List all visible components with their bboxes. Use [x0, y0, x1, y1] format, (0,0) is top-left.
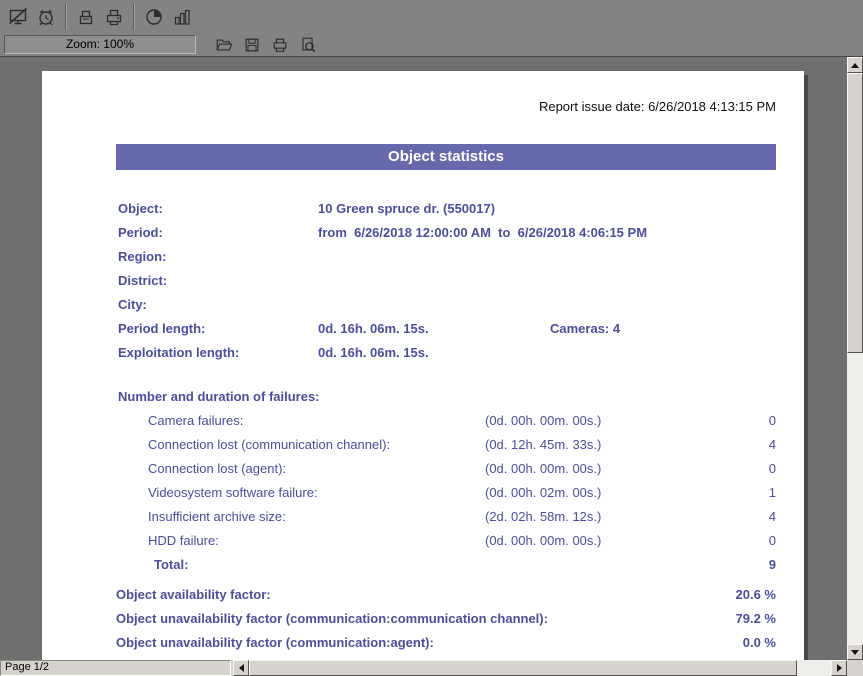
print-icon[interactable] — [266, 32, 294, 58]
factor-row: Object availability factor: 20.6 % — [42, 583, 804, 607]
failure-duration: (2d. 02h. 58m. 12s.) — [485, 505, 601, 529]
left-arrow-icon — [239, 664, 244, 672]
page-indicator: Page 1/2 — [0, 660, 231, 676]
scroll-left-button[interactable] — [233, 660, 249, 676]
open-folder-icon[interactable] — [210, 32, 238, 58]
failure-duration: (0d. 00h. 00m. 00s.) — [485, 529, 601, 553]
failure-row: Insufficient archive size: (2d. 02h. 58m… — [42, 505, 804, 529]
field-value: 0d. 16h. 06m. 15s. — [318, 317, 429, 341]
display-off-icon[interactable] — [4, 4, 32, 30]
factor-label: Object unavailability factor (communicat… — [116, 607, 548, 631]
timer-icon[interactable] — [140, 4, 168, 30]
failure-duration: (0d. 00h. 02m. 00s.) — [485, 481, 601, 505]
field-value: 10 Green spruce dr. (550017) — [318, 197, 495, 221]
field-label: Region: — [118, 245, 166, 269]
failure-row: Videosystem software failure: (0d. 00h. … — [42, 481, 804, 505]
failure-label: Camera failures: — [148, 409, 243, 433]
report-title: Object statistics — [116, 144, 776, 170]
failures-heading: Number and duration of failures: — [42, 385, 804, 409]
preview-area: Report issue date: 6/26/2018 4:13:15 PM … — [0, 56, 847, 660]
field-label: Period: — [118, 221, 163, 245]
scroll-right-button[interactable] — [831, 660, 847, 676]
field-label: District: — [118, 269, 167, 293]
field-label: City: — [118, 293, 147, 317]
factor-label: Object unavailability factor (communicat… — [116, 631, 434, 655]
report-viewer-window: Zoom: 100% Report issue date: 6/26/2018 … — [0, 0, 863, 676]
failure-label: Videosystem software failure: — [148, 481, 318, 505]
factor-value: 79.2 % — [736, 607, 776, 631]
factors-section: Object availability factor: 20.6 % Objec… — [42, 583, 804, 660]
failures-table: Camera failures: (0d. 00h. 00m. 00s.) 0 … — [42, 409, 804, 577]
failure-row: Connection lost (agent): (0d. 00h. 00m. … — [42, 457, 804, 481]
zoom-indicator[interactable]: Zoom: 100% — [4, 35, 196, 54]
factor-row: Object unavailability factor (communicat… — [42, 631, 804, 655]
scroll-down-button[interactable] — [847, 644, 863, 660]
scroll-up-button[interactable] — [847, 57, 863, 73]
failure-count: 1 — [769, 481, 776, 505]
failure-row: Connection lost (communication channel):… — [42, 433, 804, 457]
failure-label: Connection lost (communication channel): — [148, 433, 390, 457]
vertical-scroll-thumb[interactable] — [847, 73, 863, 353]
failure-row: HDD failure: (0d. 00h. 00m. 00s.) 0 — [42, 529, 804, 553]
factor-label: Object availability factor: — [116, 583, 271, 607]
failure-duration: (0d. 00h. 00m. 00s.) — [485, 409, 601, 433]
main-toolbar — [0, 0, 863, 33]
status-bar: Page 1/2 — [0, 660, 863, 676]
print-preview-icon[interactable] — [294, 32, 322, 58]
failures-total-row: Total: 9 — [42, 553, 804, 577]
failure-count: 4 — [769, 433, 776, 457]
factor-row: Object unavailability factor (communicat… — [42, 607, 804, 631]
field-label: Exploitation length: — [118, 341, 239, 365]
bar-chart-icon[interactable] — [168, 4, 196, 30]
failure-count: 0 — [769, 457, 776, 481]
toolbar-separator — [65, 4, 67, 30]
toolbar-area: Zoom: 100% — [0, 0, 863, 56]
failure-row: Camera failures: (0d. 00h. 00m. 00s.) 0 — [42, 409, 804, 433]
field-row-object: Object: 10 Green spruce dr. (550017) — [42, 197, 804, 221]
failure-count: 4 — [769, 505, 776, 529]
failure-duration: (0d. 12h. 45m. 33s.) — [485, 433, 601, 457]
failure-label: HDD failure: — [148, 529, 219, 553]
horizontal-scroll-thumb[interactable] — [249, 660, 797, 676]
total-value: 9 — [769, 553, 776, 577]
preview-toolbar: Zoom: 100% — [0, 33, 863, 56]
pos-terminal-icon[interactable] — [72, 4, 100, 30]
field-row-period-length: Period length: 0d. 16h. 06m. 15s. Camera… — [42, 317, 804, 341]
failure-label: Insufficient archive size: — [148, 505, 286, 529]
up-arrow-icon — [851, 63, 859, 68]
failure-count: 0 — [769, 529, 776, 553]
down-arrow-icon — [851, 650, 859, 655]
field-value: from 6/26/2018 12:00:00 AM to 6/26/2018 … — [318, 221, 647, 245]
field-row-period: Period: from 6/26/2018 12:00:00 AM to 6/… — [42, 221, 804, 245]
field-value: 0d. 16h. 06m. 15s. — [318, 341, 429, 365]
right-arrow-icon — [837, 664, 842, 672]
field-row-exploitation-length: Exploitation length: 0d. 16h. 06m. 15s. — [42, 341, 804, 365]
factor-value: 0.0 % — [743, 631, 776, 655]
total-label: Total: — [154, 553, 188, 577]
save-icon[interactable] — [238, 32, 266, 58]
alarm-clock-icon[interactable] — [32, 4, 60, 30]
field-label: Object: — [118, 197, 163, 221]
failure-label: Connection lost (agent): — [148, 457, 286, 481]
failure-duration: (0d. 00h. 00m. 00s.) — [485, 457, 601, 481]
field-label: Period length: — [118, 317, 205, 341]
failure-count: 0 — [769, 409, 776, 433]
receipt-printer-icon[interactable] — [100, 4, 128, 30]
horizontal-scrollbar[interactable] — [233, 660, 847, 676]
field-row-district: District: — [42, 269, 804, 293]
field-row-region: Region: — [42, 245, 804, 269]
factor-value: 20.6 % — [736, 583, 776, 607]
scrollbar-corner — [847, 660, 863, 676]
report-fields: Object: 10 Green spruce dr. (550017) Per… — [42, 197, 804, 365]
toolbar-separator — [133, 4, 135, 30]
report-page: Report issue date: 6/26/2018 4:13:15 PM … — [42, 71, 804, 660]
cameras-count: Cameras: 4 — [550, 317, 620, 341]
vertical-scrollbar[interactable] — [847, 56, 863, 660]
report-issue-date: Report issue date: 6/26/2018 4:13:15 PM — [42, 99, 776, 115]
field-row-city: City: — [42, 293, 804, 317]
